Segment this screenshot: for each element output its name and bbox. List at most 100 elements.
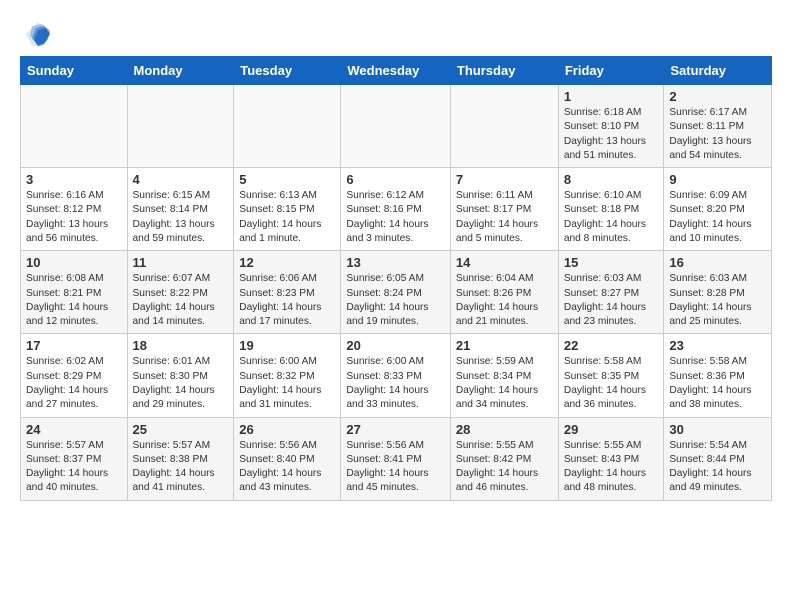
calendar-cell: 1Sunrise: 6:18 AM Sunset: 8:10 PM Daylig… bbox=[558, 85, 664, 168]
calendar-cell: 30 Sunrise: 5:54 AM Sunset: 8:44 PM Dayli… bbox=[664, 417, 772, 500]
logo bbox=[20, 20, 52, 48]
day-info: Sunrise: 5:55 AM Sunset: 8:43 PM Dayligh… bbox=[564, 439, 659, 496]
day-number: 16 bbox=[669, 255, 766, 270]
day-number: 26 bbox=[239, 422, 335, 437]
calendar-cell: 11 Sunrise: 6:07 AM Sunset: 8:22 PM Dayli… bbox=[127, 251, 234, 334]
day-info: Sunrise: 6:06 AM Sunset: 8:23 PM Dayligh… bbox=[239, 272, 335, 329]
day-number: 13 bbox=[346, 255, 445, 270]
calendar-cell: 9 Sunrise: 6:09 AM Sunset: 8:20 PM Daylig… bbox=[664, 168, 772, 251]
day-info: Sunrise: 6:04 AM Sunset: 8:26 PM Dayligh… bbox=[456, 272, 553, 329]
calendar-cell: 26 Sunrise: 5:56 AM Sunset: 8:40 PM Dayli… bbox=[234, 417, 341, 500]
day-number: 11 bbox=[133, 255, 229, 270]
day-number: 1 bbox=[564, 89, 659, 104]
calendar-header-wednesday: Wednesday bbox=[341, 57, 451, 85]
calendar-cell: 4Sunrise: 6:15 AM Sunset: 8:14 PM Daylig… bbox=[127, 168, 234, 251]
calendar-week-1: 1Sunrise: 6:18 AM Sunset: 8:10 PM Daylig… bbox=[21, 85, 772, 168]
calendar-cell: 2 Sunrise: 6:17 AM Sunset: 8:11 PM Daylig… bbox=[664, 85, 772, 168]
day-info: Sunrise: 5:55 AM Sunset: 8:42 PM Dayligh… bbox=[456, 439, 553, 496]
day-number: 23 bbox=[669, 338, 766, 353]
calendar-cell: 8Sunrise: 6:10 AM Sunset: 8:18 PM Daylig… bbox=[558, 168, 664, 251]
calendar-cell bbox=[234, 85, 341, 168]
calendar-header-tuesday: Tuesday bbox=[234, 57, 341, 85]
day-info: Sunrise: 6:03 AM Sunset: 8:28 PM Dayligh… bbox=[669, 272, 766, 329]
day-info: Sunrise: 6:11 AM Sunset: 8:17 PM Dayligh… bbox=[456, 189, 553, 246]
day-number: 6 bbox=[346, 172, 445, 187]
calendar-cell: 15Sunrise: 6:03 AM Sunset: 8:27 PM Dayli… bbox=[558, 251, 664, 334]
day-info: Sunrise: 5:54 AM Sunset: 8:44 PM Dayligh… bbox=[669, 439, 766, 496]
calendar-cell: 6Sunrise: 6:12 AM Sunset: 8:16 PM Daylig… bbox=[341, 168, 451, 251]
day-info: Sunrise: 5:56 AM Sunset: 8:40 PM Dayligh… bbox=[239, 439, 335, 496]
day-number: 24 bbox=[26, 422, 122, 437]
calendar-cell: 21 Sunrise: 5:59 AM Sunset: 8:34 PM Dayli… bbox=[450, 334, 558, 417]
day-info: Sunrise: 6:07 AM Sunset: 8:22 PM Dayligh… bbox=[133, 272, 229, 329]
day-number: 4 bbox=[133, 172, 229, 187]
calendar-cell bbox=[341, 85, 451, 168]
calendar-header-friday: Friday bbox=[558, 57, 664, 85]
day-info: Sunrise: 6:00 AM Sunset: 8:33 PM Dayligh… bbox=[346, 355, 445, 412]
calendar-header-saturday: Saturday bbox=[664, 57, 772, 85]
calendar: SundayMondayTuesdayWednesdayThursdayFrid… bbox=[20, 56, 772, 501]
day-number: 10 bbox=[26, 255, 122, 270]
day-number: 5 bbox=[239, 172, 335, 187]
day-info: Sunrise: 6:08 AM Sunset: 8:21 PM Dayligh… bbox=[26, 272, 122, 329]
day-info: Sunrise: 6:16 AM Sunset: 8:12 PM Dayligh… bbox=[26, 189, 122, 246]
day-info: Sunrise: 6:13 AM Sunset: 8:15 PM Dayligh… bbox=[239, 189, 335, 246]
header bbox=[20, 16, 772, 48]
calendar-cell: 3 Sunrise: 6:16 AM Sunset: 8:12 PM Daylig… bbox=[21, 168, 128, 251]
day-number: 18 bbox=[133, 338, 229, 353]
calendar-cell: 25 Sunrise: 5:57 AM Sunset: 8:38 PM Dayli… bbox=[127, 417, 234, 500]
calendar-cell bbox=[450, 85, 558, 168]
calendar-cell bbox=[21, 85, 128, 168]
calendar-cell: 27 Sunrise: 5:56 AM Sunset: 8:41 PM Dayli… bbox=[341, 417, 451, 500]
calendar-cell: 14 Sunrise: 6:04 AM Sunset: 8:26 PM Dayli… bbox=[450, 251, 558, 334]
day-number: 14 bbox=[456, 255, 553, 270]
day-info: Sunrise: 5:56 AM Sunset: 8:41 PM Dayligh… bbox=[346, 439, 445, 496]
calendar-cell: 20Sunrise: 6:00 AM Sunset: 8:33 PM Dayli… bbox=[341, 334, 451, 417]
calendar-cell: 17 Sunrise: 6:02 AM Sunset: 8:29 PM Dayli… bbox=[21, 334, 128, 417]
day-number: 27 bbox=[346, 422, 445, 437]
day-number: 30 bbox=[669, 422, 766, 437]
day-number: 2 bbox=[669, 89, 766, 104]
calendar-cell: 28 Sunrise: 5:55 AM Sunset: 8:42 PM Dayli… bbox=[450, 417, 558, 500]
calendar-cell: 23 Sunrise: 5:58 AM Sunset: 8:36 PM Dayli… bbox=[664, 334, 772, 417]
calendar-header-monday: Monday bbox=[127, 57, 234, 85]
day-info: Sunrise: 5:58 AM Sunset: 8:36 PM Dayligh… bbox=[669, 355, 766, 412]
calendar-header-row: SundayMondayTuesdayWednesdayThursdayFrid… bbox=[21, 57, 772, 85]
calendar-cell: 24Sunrise: 5:57 AM Sunset: 8:37 PM Dayli… bbox=[21, 417, 128, 500]
day-number: 25 bbox=[133, 422, 229, 437]
day-number: 29 bbox=[564, 422, 659, 437]
day-info: Sunrise: 6:10 AM Sunset: 8:18 PM Dayligh… bbox=[564, 189, 659, 246]
day-info: Sunrise: 6:01 AM Sunset: 8:30 PM Dayligh… bbox=[133, 355, 229, 412]
day-number: 21 bbox=[456, 338, 553, 353]
day-number: 12 bbox=[239, 255, 335, 270]
calendar-cell: 22 Sunrise: 5:58 AM Sunset: 8:35 PM Dayli… bbox=[558, 334, 664, 417]
calendar-cell: 5 Sunrise: 6:13 AM Sunset: 8:15 PM Daylig… bbox=[234, 168, 341, 251]
day-info: Sunrise: 6:17 AM Sunset: 8:11 PM Dayligh… bbox=[669, 106, 766, 163]
calendar-header-sunday: Sunday bbox=[21, 57, 128, 85]
day-info: Sunrise: 6:03 AM Sunset: 8:27 PM Dayligh… bbox=[564, 272, 659, 329]
day-info: Sunrise: 5:57 AM Sunset: 8:38 PM Dayligh… bbox=[133, 439, 229, 496]
calendar-cell: 18 Sunrise: 6:01 AM Sunset: 8:30 PM Dayli… bbox=[127, 334, 234, 417]
day-number: 9 bbox=[669, 172, 766, 187]
calendar-week-3: 10 Sunrise: 6:08 AM Sunset: 8:21 PM Dayli… bbox=[21, 251, 772, 334]
calendar-cell: 13Sunrise: 6:05 AM Sunset: 8:24 PM Dayli… bbox=[341, 251, 451, 334]
calendar-cell: 7Sunrise: 6:11 AM Sunset: 8:17 PM Daylig… bbox=[450, 168, 558, 251]
day-info: Sunrise: 6:00 AM Sunset: 8:32 PM Dayligh… bbox=[239, 355, 335, 412]
day-number: 28 bbox=[456, 422, 553, 437]
day-info: Sunrise: 6:09 AM Sunset: 8:20 PM Dayligh… bbox=[669, 189, 766, 246]
calendar-cell: 10 Sunrise: 6:08 AM Sunset: 8:21 PM Dayli… bbox=[21, 251, 128, 334]
day-info: Sunrise: 5:59 AM Sunset: 8:34 PM Dayligh… bbox=[456, 355, 553, 412]
logo-icon bbox=[24, 20, 52, 48]
day-number: 3 bbox=[26, 172, 122, 187]
calendar-week-5: 24Sunrise: 5:57 AM Sunset: 8:37 PM Dayli… bbox=[21, 417, 772, 500]
calendar-cell: 16 Sunrise: 6:03 AM Sunset: 8:28 PM Dayli… bbox=[664, 251, 772, 334]
day-number: 17 bbox=[26, 338, 122, 353]
day-info: Sunrise: 6:02 AM Sunset: 8:29 PM Dayligh… bbox=[26, 355, 122, 412]
day-number: 22 bbox=[564, 338, 659, 353]
day-info: Sunrise: 5:58 AM Sunset: 8:35 PM Dayligh… bbox=[564, 355, 659, 412]
calendar-cell: 12 Sunrise: 6:06 AM Sunset: 8:23 PM Dayli… bbox=[234, 251, 341, 334]
calendar-cell: 29 Sunrise: 5:55 AM Sunset: 8:43 PM Dayli… bbox=[558, 417, 664, 500]
calendar-header-thursday: Thursday bbox=[450, 57, 558, 85]
calendar-cell bbox=[127, 85, 234, 168]
page: SundayMondayTuesdayWednesdayThursdayFrid… bbox=[0, 0, 792, 521]
